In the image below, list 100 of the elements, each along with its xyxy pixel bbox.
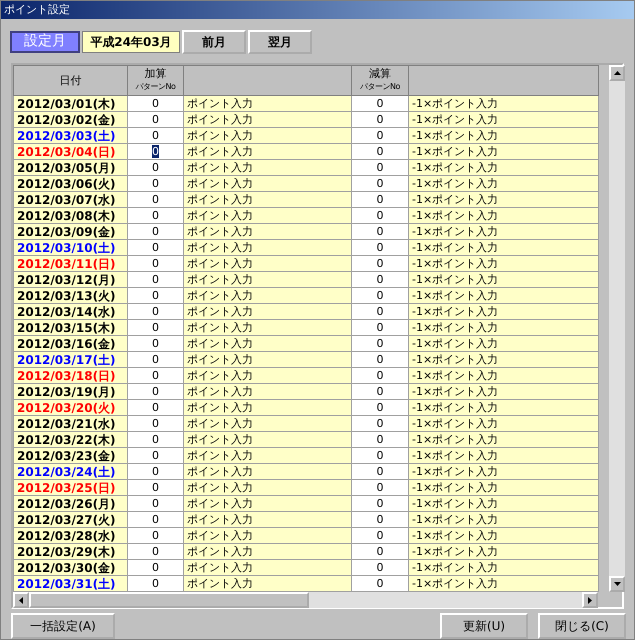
sub-pattern-cell[interactable]: 0 xyxy=(352,176,408,192)
sub-pattern-cell[interactable]: 0 xyxy=(352,464,408,480)
sub-pattern-cell[interactable]: 0 xyxy=(352,384,408,400)
month-nav-button[interactable]: 翌月 xyxy=(248,30,312,54)
add-pattern-cell[interactable]: 0 xyxy=(128,112,184,128)
add-pattern-cell[interactable]: 0 xyxy=(128,352,184,368)
add-label-cell: ポイント入力 xyxy=(184,112,352,128)
add-pattern-cell[interactable]: 0 xyxy=(128,160,184,176)
close-button[interactable]: 閉じる(C) xyxy=(538,613,626,639)
month-nav-button[interactable]: 前月 xyxy=(182,30,246,54)
sub-pattern-cell[interactable]: 0 xyxy=(352,336,408,352)
add-pattern-cell[interactable]: 0 xyxy=(128,96,184,112)
add-pattern-cell[interactable]: 0 xyxy=(128,368,184,384)
add-pattern-cell[interactable]: 0 xyxy=(128,544,184,560)
sub-pattern-cell[interactable]: 0 xyxy=(352,528,408,544)
add-pattern-cell[interactable]: 0 xyxy=(128,128,184,144)
sub-pattern-cell[interactable]: 0 xyxy=(352,208,408,224)
date-cell: 2012/03/01(木) xyxy=(14,96,128,112)
scroll-right-icon[interactable] xyxy=(582,592,598,608)
scroll-left-icon[interactable] xyxy=(13,592,29,608)
sub-pattern-cell[interactable]: 0 xyxy=(352,512,408,528)
scroll-up-icon[interactable] xyxy=(609,65,625,81)
add-pattern-cell[interactable]: 0 xyxy=(128,528,184,544)
sub-pattern-cell[interactable]: 0 xyxy=(352,272,408,288)
date-cell: 2012/03/17(土) xyxy=(14,352,128,368)
date-cell: 2012/03/19(月) xyxy=(14,384,128,400)
add-label-cell: ポイント入力 xyxy=(184,320,352,336)
add-pattern-cell[interactable]: 0 xyxy=(128,144,184,160)
horizontal-scrollbar[interactable] xyxy=(13,592,598,608)
date-cell: 2012/03/12(月) xyxy=(14,272,128,288)
sub-pattern-cell[interactable]: 0 xyxy=(352,256,408,272)
sub-label-cell: -1×ポイント入力 xyxy=(408,448,598,464)
add-pattern-cell[interactable]: 0 xyxy=(128,240,184,256)
add-pattern-cell[interactable]: 0 xyxy=(128,224,184,240)
sub-label-cell: -1×ポイント入力 xyxy=(408,336,598,352)
add-pattern-cell[interactable]: 0 xyxy=(128,400,184,416)
add-pattern-cell[interactable]: 0 xyxy=(128,304,184,320)
sub-pattern-cell[interactable]: 0 xyxy=(352,560,408,576)
add-pattern-cell[interactable]: 0 xyxy=(128,320,184,336)
add-pattern-cell[interactable]: 0 xyxy=(128,576,184,592)
add-label-cell: ポイント入力 xyxy=(184,240,352,256)
add-pattern-cell[interactable]: 0 xyxy=(128,336,184,352)
sub-label-cell: -1×ポイント入力 xyxy=(408,256,598,272)
date-cell: 2012/03/11(日) xyxy=(14,256,128,272)
sub-pattern-cell[interactable]: 0 xyxy=(352,432,408,448)
sub-pattern-cell[interactable]: 0 xyxy=(352,400,408,416)
sub-pattern-cell[interactable]: 0 xyxy=(352,224,408,240)
sub-pattern-cell[interactable]: 0 xyxy=(352,352,408,368)
sub-pattern-cell[interactable]: 0 xyxy=(352,240,408,256)
sub-label-cell: -1×ポイント入力 xyxy=(408,176,598,192)
sub-pattern-cell[interactable]: 0 xyxy=(352,288,408,304)
column-subheader: パターンNo xyxy=(136,81,176,93)
sub-pattern-cell[interactable]: 0 xyxy=(352,128,408,144)
add-pattern-cell[interactable]: 0 xyxy=(128,384,184,400)
column-header: 減算 xyxy=(368,68,392,80)
sub-label-cell: -1×ポイント入力 xyxy=(408,224,598,240)
update-button[interactable]: 更新(U) xyxy=(440,613,528,639)
sub-pattern-cell[interactable]: 0 xyxy=(352,448,408,464)
add-pattern-cell[interactable]: 0 xyxy=(128,288,184,304)
date-cell: 2012/03/15(木) xyxy=(14,320,128,336)
sub-pattern-cell[interactable]: 0 xyxy=(352,192,408,208)
date-cell: 2012/03/18(日) xyxy=(14,368,128,384)
date-cell: 2012/03/07(水) xyxy=(14,192,128,208)
column-header: 加算 xyxy=(144,68,168,80)
add-pattern-cell[interactable]: 0 xyxy=(128,480,184,496)
sub-pattern-cell[interactable]: 0 xyxy=(352,416,408,432)
month-value: 平成24年03月 xyxy=(82,30,180,52)
add-pattern-cell[interactable]: 0 xyxy=(128,416,184,432)
sub-label-cell: -1×ポイント入力 xyxy=(408,160,598,176)
add-pattern-cell[interactable]: 0 xyxy=(128,464,184,480)
scroll-thumb[interactable] xyxy=(29,592,309,608)
add-pattern-cell[interactable]: 0 xyxy=(128,272,184,288)
sub-label-cell: -1×ポイント入力 xyxy=(408,576,598,592)
sub-pattern-cell[interactable]: 0 xyxy=(352,496,408,512)
date-cell: 2012/03/06(火) xyxy=(14,176,128,192)
sub-pattern-cell[interactable]: 0 xyxy=(352,368,408,384)
sub-pattern-cell[interactable]: 0 xyxy=(352,544,408,560)
date-cell: 2012/03/21(水) xyxy=(14,416,128,432)
bulk-set-button[interactable]: 一括設定(A) xyxy=(11,613,115,639)
add-pattern-cell[interactable]: 0 xyxy=(128,256,184,272)
column-subheader: パターンNo xyxy=(360,81,400,93)
add-pattern-cell[interactable]: 0 xyxy=(128,560,184,576)
vertical-scrollbar[interactable] xyxy=(609,65,625,592)
sub-pattern-cell[interactable]: 0 xyxy=(352,320,408,336)
sub-pattern-cell[interactable]: 0 xyxy=(352,96,408,112)
add-pattern-cell[interactable]: 0 xyxy=(128,512,184,528)
sub-pattern-cell[interactable]: 0 xyxy=(352,160,408,176)
add-pattern-cell[interactable]: 0 xyxy=(128,432,184,448)
add-pattern-cell[interactable]: 0 xyxy=(128,176,184,192)
date-cell: 2012/03/22(木) xyxy=(14,432,128,448)
add-pattern-cell[interactable]: 0 xyxy=(128,208,184,224)
sub-pattern-cell[interactable]: 0 xyxy=(352,144,408,160)
scroll-down-icon[interactable] xyxy=(609,576,625,592)
sub-pattern-cell[interactable]: 0 xyxy=(352,480,408,496)
sub-pattern-cell[interactable]: 0 xyxy=(352,304,408,320)
sub-pattern-cell[interactable]: 0 xyxy=(352,112,408,128)
add-pattern-cell[interactable]: 0 xyxy=(128,448,184,464)
sub-pattern-cell[interactable]: 0 xyxy=(352,576,408,592)
add-pattern-cell[interactable]: 0 xyxy=(128,496,184,512)
add-pattern-cell[interactable]: 0 xyxy=(128,192,184,208)
